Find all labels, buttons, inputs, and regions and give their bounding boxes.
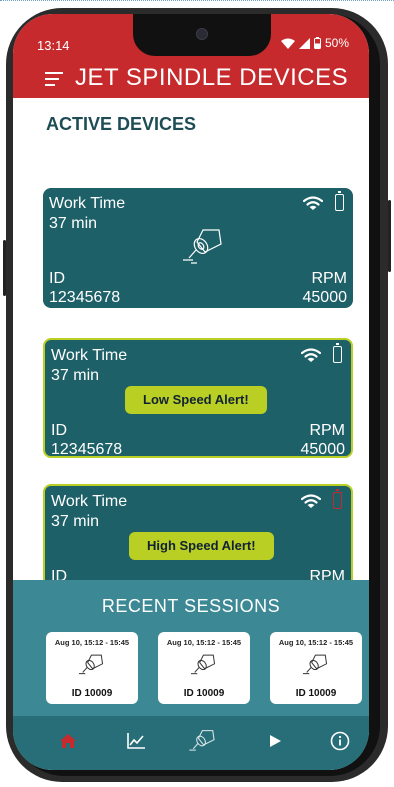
rpm-value: 45000 bbox=[302, 289, 348, 306]
session-time: Aug 10, 15:12 - 15:45 bbox=[54, 638, 130, 647]
work-time-value: 37 min bbox=[49, 215, 98, 232]
volume-button bbox=[3, 240, 6, 296]
high-speed-alert-badge: High Speed Alert! bbox=[129, 532, 274, 560]
device-card[interactable]: Work Time 37 min ID 12345678 RPM 45000 bbox=[43, 188, 353, 308]
menu-icon[interactable] bbox=[45, 72, 63, 86]
rpm-value: 45000 bbox=[300, 441, 346, 458]
device-id-label: ID bbox=[49, 270, 65, 287]
spindle-icon bbox=[189, 730, 215, 751]
nav-devices[interactable] bbox=[188, 728, 218, 754]
battery-icon bbox=[335, 191, 344, 211]
status-icons: 50% bbox=[280, 36, 349, 50]
battery-icon bbox=[333, 343, 342, 363]
play-icon bbox=[270, 735, 281, 747]
bottom-nav bbox=[13, 716, 369, 770]
nav-chart[interactable] bbox=[121, 728, 151, 754]
session-card[interactable]: Aug 10, 15:12 - 15:45 ID 10009 bbox=[270, 632, 362, 704]
work-time-label: Work Time bbox=[51, 493, 128, 510]
session-id: ID 10009 bbox=[183, 688, 225, 699]
wifi-icon bbox=[303, 196, 323, 210]
rpm-label: RPM bbox=[311, 270, 347, 287]
session-id: ID 10009 bbox=[295, 688, 337, 699]
recent-sessions-title: RECENT SESSIONS bbox=[101, 596, 281, 616]
page-border bbox=[0, 0, 394, 2]
nav-home[interactable] bbox=[53, 728, 83, 754]
session-time: Aug 10, 15:12 - 15:45 bbox=[278, 638, 354, 647]
spindle-icon bbox=[79, 654, 104, 675]
work-time-label: Work Time bbox=[49, 195, 126, 212]
rpm-label: RPM bbox=[309, 568, 345, 580]
app-header: 13:14 50% JET SPINDLE DEVICES bbox=[13, 14, 369, 98]
wifi-status-icon bbox=[280, 38, 295, 49]
battery-percent: 50% bbox=[324, 36, 349, 50]
session-card[interactable]: Aug 10, 15:12 - 15:45 ID 10009 bbox=[158, 632, 250, 704]
info-icon bbox=[330, 731, 350, 751]
low-battery-icon bbox=[333, 489, 342, 509]
spindle-icon bbox=[303, 654, 328, 675]
device-id-value: 12345678 bbox=[49, 289, 121, 306]
wifi-icon bbox=[301, 494, 321, 508]
app-title: JET SPINDLE DEVICES bbox=[75, 64, 349, 91]
camera-notch bbox=[133, 14, 271, 56]
camera-icon bbox=[196, 28, 208, 40]
wifi-icon bbox=[301, 348, 321, 362]
device-id-label: ID bbox=[51, 568, 67, 580]
spindle-icon bbox=[183, 229, 222, 264]
device-list[interactable]: Work Time 37 min ID 12345678 RPM 45000 W… bbox=[13, 98, 369, 580]
chart-icon bbox=[127, 733, 145, 749]
work-time-label: Work Time bbox=[51, 347, 128, 364]
nav-play[interactable] bbox=[260, 728, 290, 754]
phone-screen: 13:14 50% JET SPINDLE DEVICES ACTIVE DEV… bbox=[13, 14, 369, 770]
home-icon bbox=[60, 734, 76, 748]
rpm-label: RPM bbox=[309, 422, 345, 439]
signal-icon bbox=[298, 37, 310, 49]
low-speed-alert-badge: Low Speed Alert! bbox=[125, 386, 267, 414]
spindle-icon bbox=[191, 654, 216, 675]
device-id-label: ID bbox=[51, 422, 67, 439]
status-time: 13:14 bbox=[37, 38, 70, 53]
session-id: ID 10009 bbox=[71, 688, 113, 699]
battery-status-icon bbox=[313, 37, 321, 49]
device-id-value: 12345678 bbox=[51, 441, 123, 458]
nav-info[interactable] bbox=[325, 728, 355, 754]
device-card[interactable]: Work Time 37 min Low Speed Alert! ID 123… bbox=[43, 338, 353, 458]
session-time: Aug 10, 15:12 - 15:45 bbox=[166, 638, 242, 647]
device-card[interactable]: Work Time 37 min High Speed Alert! ID 12… bbox=[43, 484, 353, 580]
work-time-value: 37 min bbox=[51, 367, 100, 384]
power-button bbox=[388, 200, 391, 272]
work-time-value: 37 min bbox=[51, 513, 100, 530]
session-card[interactable]: Aug 10, 15:12 - 15:45 ID 10009 bbox=[46, 632, 138, 704]
